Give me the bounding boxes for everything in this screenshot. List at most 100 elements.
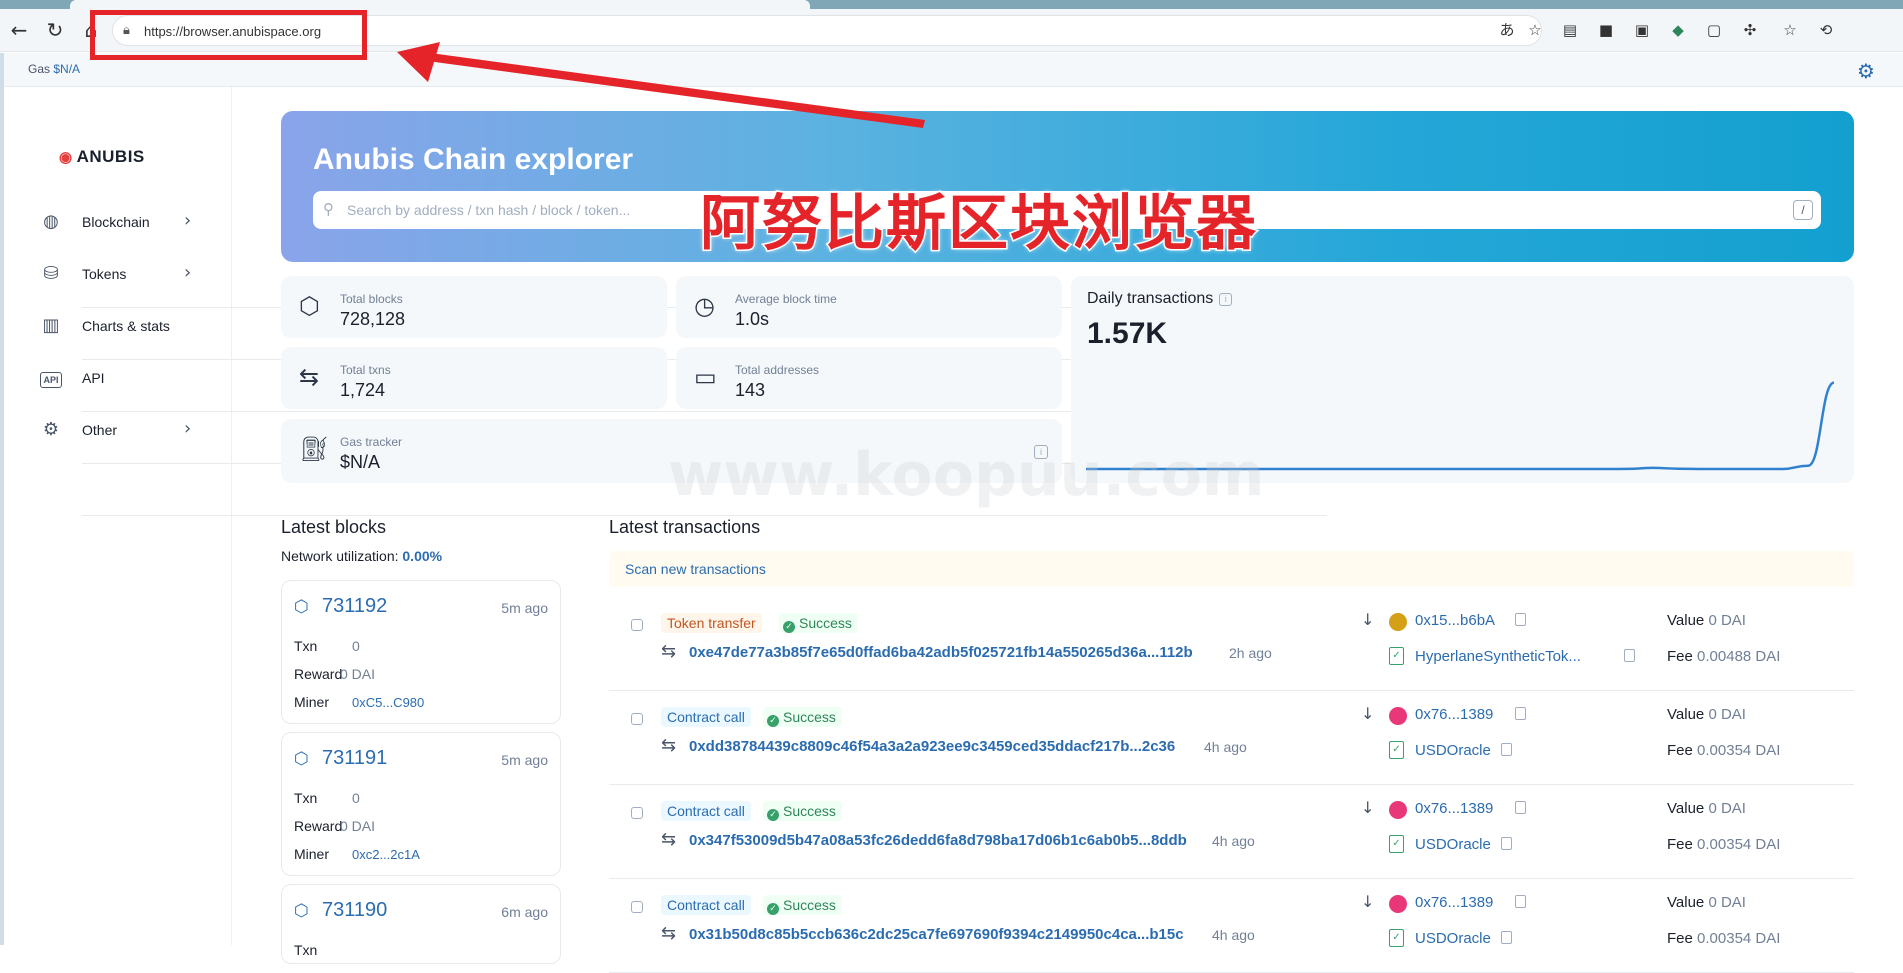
- stat-value: $N/A: [340, 452, 381, 472]
- miner-address-link[interactable]: 0xC5...C980: [352, 695, 424, 710]
- logo[interactable]: ◉ ANUBIS: [59, 147, 145, 167]
- stat-value: 143: [735, 380, 766, 400]
- block-number-link[interactable]: 731190: [322, 899, 387, 922]
- to-address-link[interactable]: HyperlaneSyntheticTok...: [1415, 648, 1581, 665]
- from-address-link[interactable]: 0x15...b6bA: [1415, 612, 1495, 629]
- vpn-icon[interactable]: ◆: [1668, 20, 1688, 40]
- to-address-link[interactable]: USDOracle: [1415, 930, 1491, 947]
- copy-icon[interactable]: [1500, 931, 1512, 944]
- reward-value: 0 DAI: [340, 666, 376, 682]
- tx-hash-link[interactable]: 0x31b50d8c85b5ccb636c2dc25ca7fe697690f93…: [689, 926, 1184, 943]
- tx-hash-link[interactable]: 0x347f53009d5b47a08a53fc26dedd6fa8d798ba…: [689, 832, 1187, 849]
- settings-gear-icon[interactable]: ⚙: [1857, 59, 1875, 83]
- fee-field: Fee 0.00354 DAI: [1667, 836, 1780, 853]
- copy-icon[interactable]: [1515, 707, 1527, 720]
- expand-checkbox[interactable]: [631, 619, 643, 631]
- scan-new-transactions-link[interactable]: Scan new transactions: [625, 561, 766, 577]
- block-number-link[interactable]: 731192: [322, 595, 387, 618]
- sidebar-item-blockchain[interactable]: ◍ Blockchain ›: [39, 207, 1327, 308]
- extension-icon[interactable]: ■: [1596, 20, 1616, 40]
- scan-new-transactions-banner[interactable]: Scan new transactions: [609, 551, 1854, 587]
- value-amount: 0 DAI: [1708, 800, 1746, 817]
- watermark: www.koopuu.com: [668, 440, 1265, 510]
- check-icon: ✓: [767, 715, 779, 727]
- fee-field: Fee 0.00354 DAI: [1667, 742, 1780, 759]
- value-label: Value: [1667, 612, 1705, 629]
- to-address-link[interactable]: USDOracle: [1415, 836, 1491, 853]
- stat-total-txns: ⇆ Total txns 1,724: [281, 347, 667, 409]
- puzzle-icon[interactable]: ✣: [1740, 20, 1760, 40]
- fee-amount: 0.00354 DAI: [1697, 930, 1781, 947]
- expand-checkbox[interactable]: [631, 901, 643, 913]
- sidebar: ◉ ANUBIS ◍ Blockchain › ⛁ Tokens › ▥ Char…: [4, 87, 1327, 945]
- translate-icon[interactable]: あ: [1497, 20, 1517, 40]
- clock-icon: ◷: [694, 292, 715, 320]
- contract-icon: ✓: [1389, 929, 1404, 947]
- expand-checkbox[interactable]: [631, 713, 643, 725]
- active-tab[interactable]: [70, 0, 810, 9]
- copy-icon[interactable]: [1623, 649, 1635, 662]
- qr-icon[interactable]: ▣: [1632, 20, 1652, 40]
- from-address-link[interactable]: 0x76...1389: [1415, 894, 1493, 911]
- fee-field: Fee 0.00488 DAI: [1667, 648, 1780, 665]
- sidebar-item-tokens[interactable]: ⛁ Tokens ›: [39, 259, 1327, 360]
- latest-transactions-title: Latest transactions: [609, 517, 761, 537]
- block-card: ⬡ 731191 5m ago Txn 0 Reward 0 DAI Miner…: [281, 732, 561, 876]
- value-field: Value 0 DAI: [1667, 612, 1746, 629]
- back-icon[interactable]: ←: [6, 17, 32, 43]
- tx-hash-link[interactable]: 0xdd38784439c8809c46f54a3a2a923ee9c3459c…: [689, 738, 1175, 755]
- gas-label: Gas: [28, 62, 51, 76]
- page-title: Anubis Chain explorer: [313, 143, 634, 176]
- status-text: Success: [799, 615, 852, 631]
- sidebar-item-other[interactable]: ⚙ Other ›: [39, 415, 1327, 516]
- block-number-link[interactable]: 731191: [322, 747, 387, 770]
- stat-label: Total blocks: [340, 292, 403, 306]
- status-badge: ✓ Success: [763, 801, 842, 821]
- copy-icon[interactable]: [1515, 801, 1527, 814]
- history-icon[interactable]: ⟲: [1816, 20, 1836, 40]
- miner-address-link[interactable]: 0xc2...2c1A: [352, 847, 420, 862]
- expand-checkbox[interactable]: [631, 807, 643, 819]
- address-avatar: [1389, 707, 1407, 725]
- status-badge: ✓ Success: [779, 613, 858, 633]
- contract-icon: ✓: [1389, 741, 1404, 759]
- stat-total-blocks: ⬡ Total blocks 728,128: [281, 276, 667, 338]
- from-address-link[interactable]: 0x76...1389: [1415, 706, 1493, 723]
- value-amount: 0 DAI: [1708, 612, 1746, 629]
- star-icon[interactable]: ☆: [1525, 20, 1545, 40]
- copy-icon[interactable]: [1500, 837, 1512, 850]
- favorites-icon[interactable]: ☆: [1780, 20, 1800, 40]
- swap-icon: ⇆: [661, 923, 677, 944]
- from-address-link[interactable]: 0x76...1389: [1415, 800, 1493, 817]
- fee-amount: 0.00354 DAI: [1697, 742, 1781, 759]
- split-screen-icon[interactable]: ▢: [1704, 20, 1724, 40]
- sidebar-item-charts-stats[interactable]: ▥ Charts & stats: [39, 311, 1327, 412]
- tx-type-badge: Contract call: [661, 895, 751, 915]
- stat-label: Total txns: [340, 363, 391, 377]
- transaction-row: Contract call ✓ Success ⇆ 0x347f53009d5b47a0…: [609, 785, 1854, 879]
- gear-icon: ⚙: [42, 419, 60, 440]
- status-text: Success: [783, 897, 836, 913]
- copy-icon[interactable]: [1500, 743, 1512, 756]
- reader-icon[interactable]: ▤: [1560, 20, 1580, 40]
- latest-blocks-title: Latest blocks: [281, 517, 387, 537]
- copy-icon[interactable]: [1515, 613, 1527, 626]
- arrow-down-icon: ↓: [1361, 704, 1375, 723]
- fee-label: Fee: [1667, 836, 1693, 853]
- sidebar-item-api[interactable]: API API: [39, 363, 1327, 464]
- to-address-link[interactable]: USDOracle: [1415, 742, 1491, 759]
- reward-value: 0 DAI: [340, 818, 376, 834]
- cube-icon: ⬡: [294, 597, 309, 617]
- check-icon: ✓: [767, 903, 779, 915]
- miner-label: Miner: [294, 694, 330, 710]
- status-badge: ✓ Success: [763, 895, 842, 915]
- refresh-icon[interactable]: ↻: [42, 17, 68, 43]
- txn-label: Txn: [294, 638, 318, 654]
- tx-hash-link[interactable]: 0xe47de77a3b85f7e65d0ffad6ba42adb5f02572…: [689, 644, 1193, 661]
- txn-label: Txn: [294, 942, 318, 958]
- copy-icon[interactable]: [1515, 895, 1527, 908]
- tx-age: 2h ago: [1229, 645, 1272, 661]
- cube-icon: ⬡: [294, 749, 309, 769]
- stat-value: 1,724: [340, 380, 386, 400]
- tx-age: 4h ago: [1212, 927, 1255, 943]
